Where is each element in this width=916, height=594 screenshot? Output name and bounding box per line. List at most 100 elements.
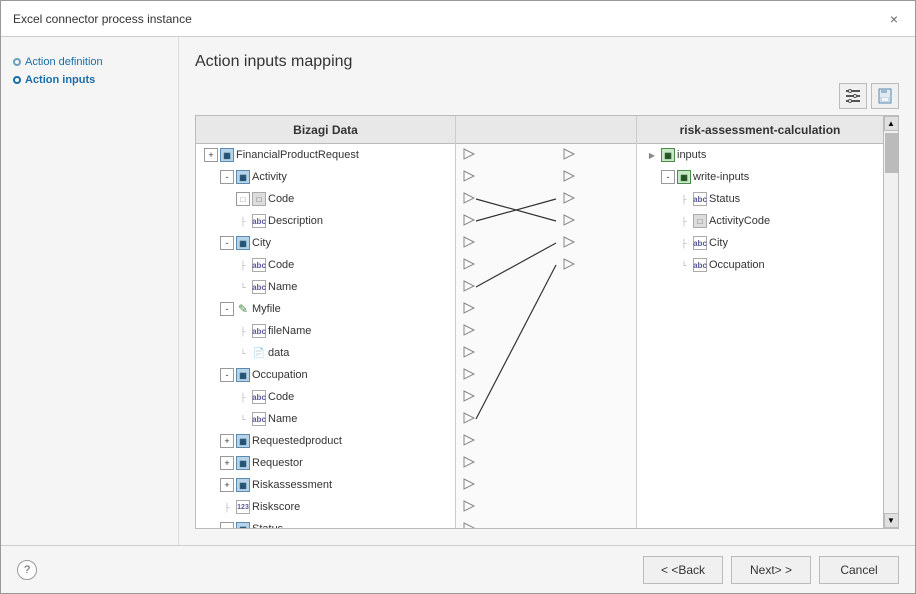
tree-row-myfile[interactable]: - ✎ Myfile (196, 298, 455, 320)
help-button[interactable]: ? (17, 560, 37, 580)
tree-row-city-code[interactable]: ├ abc Code (196, 254, 455, 276)
lhs-tree: Bizagi Data + ▦ FinancialProductRequest (196, 116, 456, 528)
tree-row-financial[interactable]: + ▦ FinancialProductRequest (196, 144, 455, 166)
next-button[interactable]: Next> > (731, 556, 811, 584)
sidebar-bullet-1 (13, 58, 21, 66)
tree-row-filename[interactable]: ├ abc fileName (196, 320, 455, 342)
expand-icon-st[interactable]: - (220, 522, 234, 528)
tree-row-riskassess[interactable]: + ▦ Riskassessment (196, 474, 455, 496)
save-icon (877, 88, 893, 104)
label-inputs: inputs (677, 149, 706, 161)
tree-row-reqprod[interactable]: + ▦ Requestedproduct (196, 430, 455, 452)
rhs-row-city[interactable]: ├ abc City (637, 232, 883, 254)
dash-icon-oname: └ (236, 412, 250, 426)
dash-icon-cname: └ (236, 280, 250, 294)
label-data: data (268, 347, 289, 359)
entity-icon-st: ▦ (236, 522, 250, 528)
abc-icon-desc: abc (252, 214, 266, 228)
scroll-down-button[interactable]: ▼ (884, 513, 899, 528)
entity-icon-occ: ▦ (236, 368, 250, 382)
back-button[interactable]: < <Back (643, 556, 723, 584)
rhs-row-status[interactable]: ├ abc Status (637, 188, 883, 210)
dash-icon-fname: ├ (236, 324, 250, 338)
entity-icon-req: ▦ (236, 456, 250, 470)
panel-title: Action inputs mapping (195, 53, 899, 71)
tree-row-description[interactable]: ├ abc Description (196, 210, 455, 232)
expand-icon-city[interactable]: - (220, 236, 234, 250)
expand-icon-wi[interactable]: - (661, 170, 675, 184)
footer-left: ? (17, 560, 37, 580)
dash-icon-desc: ├ (236, 214, 250, 228)
vertical-scrollbar[interactable]: ▲ ▼ (883, 116, 898, 528)
tree-row-occ-code[interactable]: ├ abc Code (196, 386, 455, 408)
tree-row-occupation[interactable]: - ▦ Occupation (196, 364, 455, 386)
label-rhs-city: City (709, 237, 728, 249)
tree-row-activity-code[interactable]: □ □ Code (196, 188, 455, 210)
sidebar-label-action-inputs: Action inputs (25, 74, 95, 86)
tree-row-status[interactable]: - ▦ Status (196, 518, 455, 528)
file-icon-data: 📄 (252, 346, 266, 360)
label-riskassess: Riskassessment (252, 479, 332, 491)
abc-icon-oname: abc (252, 412, 266, 426)
save-button[interactable] (871, 83, 899, 109)
label-occ-code: Code (268, 391, 294, 403)
expand-icon-activity[interactable]: - (220, 170, 234, 184)
tree-row-riskscore[interactable]: ├ 123 Riskscore (196, 496, 455, 518)
box-icon-rac: □ (693, 214, 707, 228)
icon-123-rs: 123 (236, 500, 250, 514)
label-city-name: Name (268, 281, 297, 293)
toolbar (195, 83, 899, 109)
abc-icon-rocc: abc (693, 258, 707, 272)
settings-button[interactable] (839, 83, 867, 109)
close-button[interactable]: × (885, 10, 903, 28)
tree-row-city[interactable]: - ▦ City (196, 232, 455, 254)
tree-row-activity[interactable]: - ▦ Activity (196, 166, 455, 188)
tree-row-requestor[interactable]: + ▦ Requestor (196, 452, 455, 474)
expand-icon-myfile[interactable]: - (220, 302, 234, 316)
cancel-button[interactable]: Cancel (819, 556, 899, 584)
abc-icon-fname: abc (252, 324, 266, 338)
expand-icon-acode[interactable]: □ (236, 192, 250, 206)
entity-green-wi: ▦ (677, 170, 691, 184)
lhs-header: Bizagi Data (196, 116, 455, 144)
expand-icon-rp[interactable]: + (220, 434, 234, 448)
label-write-inputs: write-inputs (693, 171, 749, 183)
sidebar: Action definition Action inputs (1, 37, 179, 545)
label-activitycode: ActivityCode (709, 215, 770, 227)
entity-icon-activity: ▦ (236, 170, 250, 184)
scroll-thumb[interactable] (885, 133, 898, 173)
dash-icon-rcity: ├ (677, 236, 691, 250)
label-city-code: Code (268, 259, 294, 271)
entity-green-inputs: ▦ (661, 148, 675, 162)
label-status: Status (252, 523, 283, 528)
expand-icon-occ[interactable]: - (220, 368, 234, 382)
expand-icon[interactable]: + (204, 148, 218, 162)
dialog-title: Excel connector process instance (13, 12, 192, 26)
expand-icon-req[interactable]: + (220, 456, 234, 470)
label-activity: Activity (252, 171, 287, 183)
label-city: City (252, 237, 271, 249)
dash-icon-rs: ├ (220, 500, 234, 514)
sidebar-item-action-definition[interactable]: Action definition (13, 53, 166, 71)
tree-row-occ-name[interactable]: └ abc Name (196, 408, 455, 430)
tree-row-city-name[interactable]: └ abc Name (196, 276, 455, 298)
lhs-tree-content[interactable]: + ▦ FinancialProductRequest - ▦ Activity (196, 144, 455, 528)
rhs-arrow-inputs: ▶ (645, 148, 659, 162)
footer: ? < <Back Next> > Cancel (1, 545, 915, 593)
sidebar-item-action-inputs[interactable]: Action inputs (13, 71, 166, 89)
label-occ-name: Name (268, 413, 297, 425)
tree-row-data[interactable]: └ 📄 data (196, 342, 455, 364)
settings-icon (845, 88, 861, 104)
rhs-tree-content[interactable]: ▶ ▦ inputs - ▦ write-inputs (637, 144, 883, 528)
box-icon-acode: □ (252, 192, 266, 206)
expand-icon-ra[interactable]: + (220, 478, 234, 492)
label-reqprod: Requestedproduct (252, 435, 342, 447)
dash-icon-ccode: ├ (236, 258, 250, 272)
scroll-up-button[interactable]: ▲ (884, 116, 899, 131)
entity-icon-rp: ▦ (236, 434, 250, 448)
rhs-row-occupation[interactable]: └ abc Occupation (637, 254, 883, 276)
dash-icon-rocc: └ (677, 258, 691, 272)
rhs-row-activitycode[interactable]: ├ □ ActivityCode (637, 210, 883, 232)
rhs-row-inputs[interactable]: ▶ ▦ inputs (637, 144, 883, 166)
rhs-row-write-inputs[interactable]: - ▦ write-inputs (637, 166, 883, 188)
